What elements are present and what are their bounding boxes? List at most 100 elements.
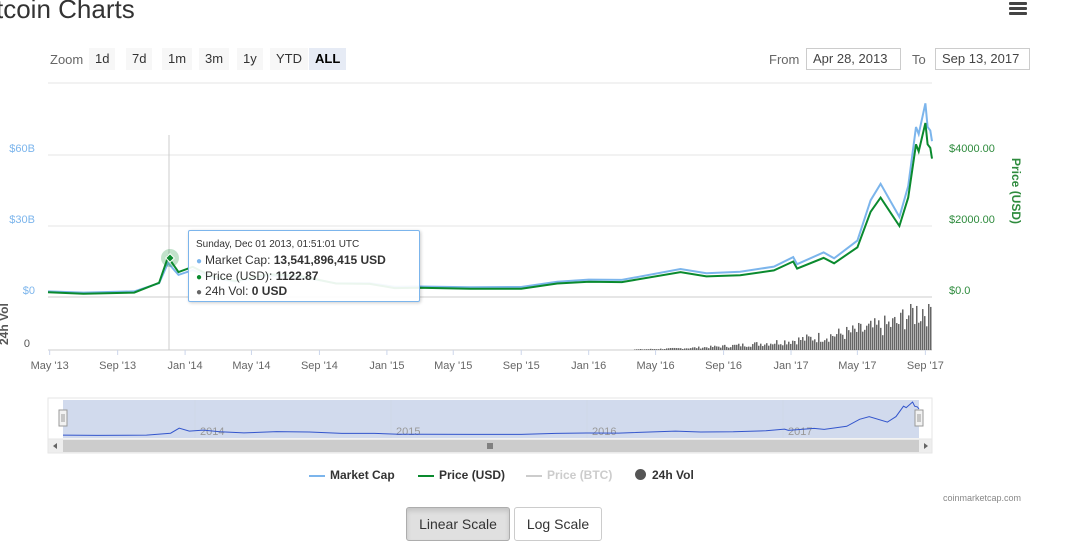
volume-bar	[658, 349, 660, 350]
volume-bar	[796, 344, 798, 350]
x-tick-label: Sep '13	[99, 360, 136, 372]
volume-bar	[780, 344, 782, 350]
volume-bar	[682, 348, 684, 350]
volume-bar	[734, 344, 736, 350]
volume-bar	[860, 323, 862, 350]
right-axis-title: Price (USD)	[1009, 158, 1023, 224]
volume-bar	[838, 328, 840, 350]
volume-bar	[688, 348, 690, 350]
volume-bar	[672, 347, 674, 350]
legend-item-price-btc[interactable]: Price (BTC)	[526, 468, 612, 482]
volume-bar	[878, 320, 880, 350]
volume-bar	[652, 349, 654, 350]
tooltip-label: 24h Vol:	[205, 284, 252, 298]
volume-axis-title: 24h Vol	[0, 303, 11, 345]
volume-bar	[770, 343, 772, 350]
volume-bar	[766, 343, 768, 350]
volume-bar	[778, 344, 780, 350]
left-axis-tick: $0	[23, 285, 35, 297]
left-axis-tick: $60B	[9, 143, 35, 155]
legend-item-price-usd[interactable]: Price (USD)	[418, 468, 505, 482]
volume-bar	[726, 346, 728, 350]
volume-bar	[640, 349, 642, 350]
volume-bar	[694, 347, 696, 350]
volume-bar	[660, 348, 662, 350]
volume-bar	[736, 344, 738, 350]
volume-bar	[808, 336, 810, 350]
volume-bar	[864, 329, 866, 350]
tooltip-value: 1122.87	[275, 269, 319, 283]
volume-bar	[756, 342, 758, 350]
volume-bar	[642, 349, 644, 350]
volume-bar	[916, 305, 918, 350]
volume-bar	[774, 343, 776, 350]
volume-bar	[758, 345, 760, 350]
x-tick-label: Jan '17	[773, 360, 808, 372]
volume-bar	[902, 309, 904, 350]
x-axis-ticks: May '13 Sep '13 Jan '14 May '14 Sep '14 Jan '…	[31, 350, 944, 372]
volume-bar	[836, 334, 838, 350]
linear-scale-button[interactable]: Linear Scale	[406, 507, 510, 541]
volume-bar	[760, 343, 762, 350]
x-tick-label: May '13	[31, 360, 69, 372]
volume-bar	[674, 347, 676, 350]
right-axis-tick: $0.0	[949, 285, 970, 297]
volume-bar	[740, 346, 742, 350]
legend-swatch	[418, 474, 434, 477]
volume-bar	[872, 327, 874, 350]
volume-bar	[638, 349, 640, 350]
volume-bar	[826, 338, 828, 350]
volume-bar	[730, 347, 732, 350]
volume-bar	[802, 337, 804, 350]
bitcoin-chart[interactable]: $60B $30B $0 $4000.00 $2000.00 $0.0 Pric…	[0, 0, 1078, 547]
tooltip-label: Price (USD):	[205, 269, 276, 283]
volume-bar	[750, 346, 752, 350]
volume-bar	[746, 346, 748, 350]
volume-bar	[832, 336, 834, 350]
volume-bar	[800, 339, 802, 350]
x-tick-label: Sep '17	[907, 360, 944, 372]
scrollbar-thumb[interactable]	[63, 440, 919, 452]
volume-bar	[850, 332, 852, 350]
volume-bar	[768, 345, 770, 350]
navigator-left-handle[interactable]	[58, 409, 68, 427]
volume-bar	[636, 349, 638, 350]
x-tick-label: Sep '14	[301, 360, 338, 372]
volume-bar	[776, 340, 778, 350]
volume-bar	[662, 349, 664, 350]
legend-item-24h-vol[interactable]: 24h Vol	[635, 468, 694, 482]
volume-bar	[720, 347, 722, 350]
volume-bar	[782, 345, 784, 350]
volume-bar	[664, 349, 666, 350]
volume-bar	[884, 315, 886, 350]
volume-bar	[822, 341, 824, 350]
volume-bar	[714, 345, 716, 350]
legend-dot-icon	[635, 469, 646, 481]
volume-bar	[798, 337, 800, 350]
volume-bar	[840, 333, 842, 350]
log-scale-button[interactable]: Log Scale	[514, 507, 602, 541]
volume-bar	[668, 348, 670, 350]
volume-bar	[680, 348, 682, 350]
volume-bar	[812, 340, 814, 350]
volume-bar	[722, 345, 724, 350]
volume-bar	[724, 344, 726, 350]
volume-bar	[886, 324, 888, 350]
navigator-right-handle[interactable]	[914, 409, 924, 427]
volume-bar	[834, 336, 836, 350]
tooltip-label: Market Cap:	[205, 253, 274, 267]
market-cap-series-line	[47, 103, 933, 294]
right-axis-tick: $4000.00	[949, 143, 995, 155]
volume-bar	[656, 349, 658, 350]
legend-item-market-cap[interactable]: Market Cap	[309, 468, 395, 482]
volume-bar	[712, 346, 714, 350]
volume-bar	[686, 348, 688, 350]
volume-bar	[920, 321, 922, 350]
volume-bar	[866, 325, 868, 350]
volume-bar	[828, 341, 830, 350]
volume-bar	[784, 340, 786, 350]
chart-tooltip: Sunday, Dec 01 2013, 01:51:01 UTC ● Marke…	[188, 230, 420, 302]
legend-label: 24h Vol	[652, 468, 694, 482]
volume-bar	[634, 349, 636, 350]
credits-link[interactable]: coinmarketcap.com	[943, 493, 1021, 503]
